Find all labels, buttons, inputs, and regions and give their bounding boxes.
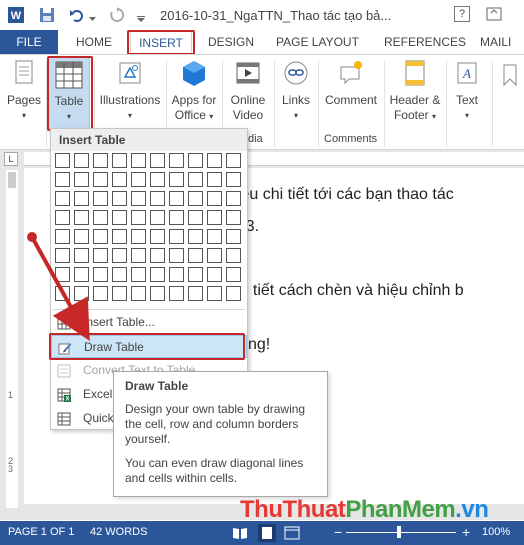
zoom-slider[interactable]: [346, 532, 456, 533]
page-count[interactable]: PAGE 1 OF 1: [8, 526, 74, 538]
site-watermark: ThuThuatPhanMem.vn: [240, 496, 489, 523]
read-mode-icon[interactable]: [232, 525, 248, 544]
print-layout-icon[interactable]: [258, 524, 276, 542]
zoom-slider-thumb[interactable]: [397, 526, 401, 538]
zoom-level[interactable]: 100%: [482, 526, 510, 538]
draw-table-tooltip: Draw Table Design your own table by draw…: [113, 371, 328, 497]
status-bar: PAGE 1 OF 1 42 WORDS − + 100%: [0, 521, 524, 545]
tooltip-tip: You can even draw diagonal lines and cel…: [125, 456, 304, 485]
tooltip-description: Design your own table by drawing the cel…: [125, 402, 306, 446]
word-count[interactable]: 42 WORDS: [90, 526, 147, 538]
tooltip-title: Draw Table: [125, 379, 189, 393]
web-layout-icon[interactable]: [284, 525, 300, 544]
zoom-in-icon[interactable]: +: [462, 524, 470, 540]
zoom-out-icon[interactable]: −: [334, 524, 342, 540]
